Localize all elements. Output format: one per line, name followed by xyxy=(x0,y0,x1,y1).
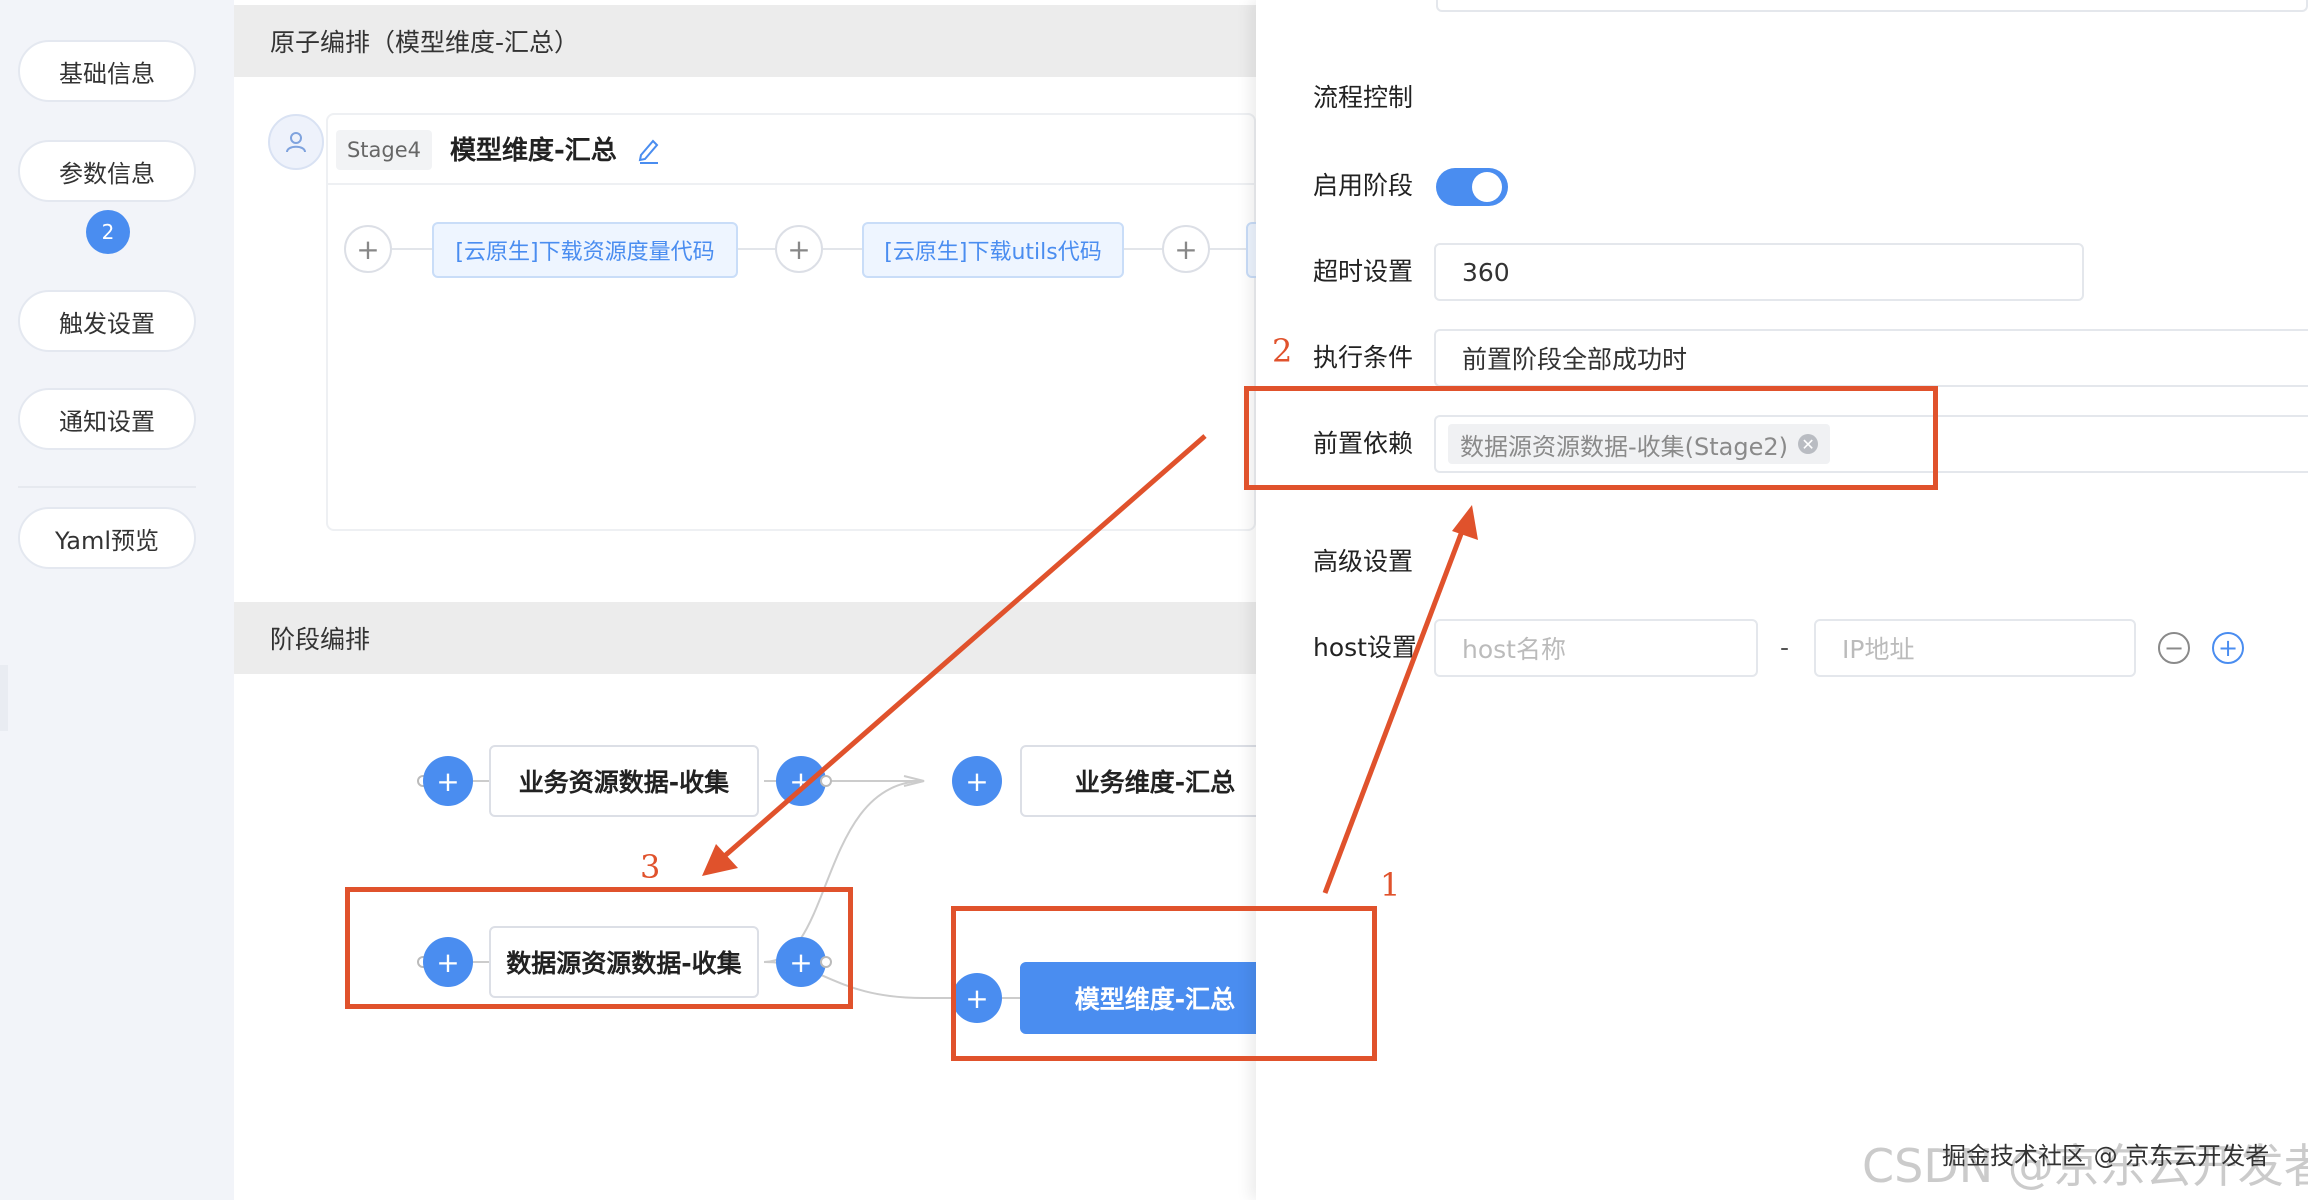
watermark-juejin: 掘金技术社区 @ 京东云开发者 xyxy=(1942,1142,2270,1170)
annotation-marker-3: 3 xyxy=(640,848,661,886)
annotation-marker-1: 1 xyxy=(1380,866,1401,904)
annotation-arrows xyxy=(702,434,1478,894)
annotation-marker-2: 2 xyxy=(1272,332,1293,370)
